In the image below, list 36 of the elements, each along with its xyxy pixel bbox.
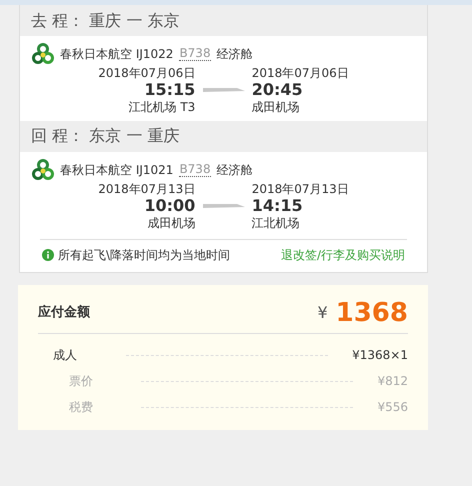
fare-value: ¥812 [377,373,408,390]
departure-time: 15:15 [144,80,196,100]
arrival-time: 14:15 [252,196,303,216]
total-amount: 1368 [336,298,408,328]
info-icon [42,248,54,261]
timezone-note: 所有起飞\降落时间均为当地时间 [58,246,230,264]
currency-symbol: ¥ [317,302,328,324]
fare-value: ¥1368×1 [352,347,408,364]
departure-time: 10:00 [144,196,196,216]
cabin-class: 经济舱 [216,162,253,179]
airline-logo-icon [32,158,54,181]
arrow-icon [202,202,244,210]
arrival-airport: 江北机场 [252,216,300,231]
flight-number: 春秋日本航空 IJ1021 [60,162,174,179]
arrival-date: 2018年07月13日 [252,182,349,196]
arrival-date: 2018年07月06日 [252,66,349,80]
fare-label: 税费 [68,399,94,416]
departure-airport: 成田机场 [147,216,196,231]
fare-label: 成人 [52,347,78,364]
fare-label: 票价 [68,373,94,390]
departure-date: 2018年07月13日 [98,182,196,196]
fare-value: ¥556 [377,399,408,416]
arrival-time: 20:45 [252,80,303,100]
departure-airport: 江北机场 T3 [128,100,196,115]
airline-logo-icon [32,43,54,65]
trip-title: 回 程： 东京 一 重庆 [31,125,180,148]
policy-link[interactable]: 退改签/行李及购买说明 [280,246,405,264]
cabin-class: 经济舱 [216,46,253,63]
aircraft-type[interactable]: B738 [179,162,211,177]
arrow-icon [202,86,244,94]
departure-date: 2018年07月06日 [98,66,196,80]
trip-title: 去 程： 重庆 一 东京 [31,10,180,32]
amount-label: 应付金额 [38,304,90,322]
arrival-airport: 成田机场 [252,100,300,115]
aircraft-type[interactable]: B738 [179,46,211,62]
flight-number: 春秋日本航空 IJ1022 [60,46,174,63]
